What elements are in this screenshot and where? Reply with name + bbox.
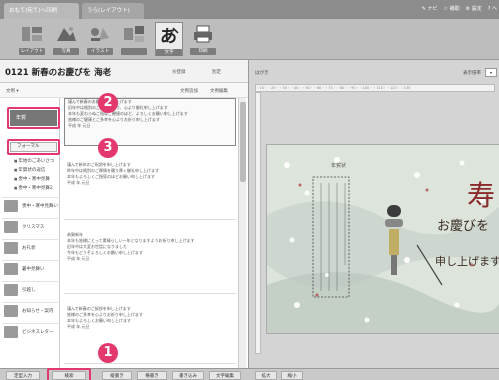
highlight-search-button [47, 368, 91, 380]
category-item[interactable]: お知らせ・案内 [2, 302, 58, 318]
add-sample-link[interactable]: 文例追加 [180, 88, 198, 94]
collage-icon [124, 26, 144, 42]
sample-dropdown[interactable]: 文例 ▾ [6, 88, 19, 94]
scroll-thumb[interactable] [240, 102, 246, 182]
horizontal-ruler: ・10・・20・・30・・40・・50・・60・・70・・80・・90・・100… [255, 84, 495, 92]
category-item[interactable]: 暑中見舞い [2, 260, 58, 276]
more-link[interactable]: ? ヘ [488, 0, 497, 19]
notice-icon [4, 305, 18, 317]
tab-front[interactable]: おもて(宛て)へ印刷 [4, 3, 79, 19]
tool-photo[interactable]: 写真 [52, 22, 80, 56]
postcard-big-char: 寿 [467, 179, 495, 212]
tab-back[interactable]: うら(レイアウト) [82, 3, 144, 19]
postcard-artwork: 寿 お慶びを 申し上げます 年賀状 [267, 145, 499, 333]
tab-front-label: おもて(宛て)へ印刷 [9, 8, 58, 14]
business-icon [4, 326, 18, 338]
step-badge-3: 3 [98, 138, 118, 158]
sample-item[interactable]: 謹んで新春のご挨拶を申し上げます 皆様のご多幸を心よりお祈り申し上げます 本年も… [64, 306, 236, 364]
sample-list: 謹んで新春のお慶びを申し上げます 旧年中は格別のご厚情を賜り、心より御礼申し上げ… [62, 98, 248, 368]
zoom-select[interactable]: ▾ [485, 68, 497, 77]
tool-text-label: 文字 [156, 49, 182, 56]
tool-illustration[interactable]: イラスト [86, 22, 114, 56]
highlight-category [7, 107, 60, 129]
layout-icon [22, 27, 42, 41]
register-link[interactable]: Ⓜ登録 [172, 69, 186, 75]
zoom-out-button[interactable]: 縮小 [281, 371, 303, 380]
highlight-subcategory [7, 139, 60, 155]
vertical-button[interactable]: 縦書き [102, 371, 132, 380]
page-title: 0121 新春のお慶びを 海老 [5, 68, 112, 78]
thanks-icon [4, 242, 18, 254]
preview-pane: はがき 表示倍率 ▾ ・10・・20・・30・・40・・50・・60・・70・・… [248, 60, 499, 368]
specify-link[interactable]: 別定 [212, 69, 221, 75]
doc-title-bar: 0121 新春のお慶びを 海老 Ⓜ登録 別定 [0, 60, 248, 83]
sample-item[interactable]: 謹んで新年のご祝詞を申し上げます 昨年中は格別のご厚情を賜り厚く御礼申し上げます… [64, 162, 236, 220]
horizontal-button[interactable]: 横書き [137, 371, 167, 380]
settings-link[interactable]: ⚙ 設定 [466, 0, 482, 19]
category-item[interactable]: クリスマス [2, 218, 58, 234]
postcard-label: 年賀状 [331, 162, 346, 169]
summer-icon [4, 263, 18, 275]
print-icon [194, 25, 212, 43]
sub-bar: 文例 ▾ 文例追加 文例編集 [0, 83, 248, 98]
category-item[interactable]: 喪中・寒中見舞い [2, 197, 58, 213]
sample-item[interactable]: 恭賀新年 本年も皆様にとって素晴らしい一年となりますようお祈り申し上げます 旧年… [64, 232, 236, 294]
tool-print-label: 印刷 [190, 48, 216, 55]
tool-collage-label [121, 48, 147, 55]
tool-collage[interactable] [120, 22, 148, 56]
sample-item[interactable]: 謹んで新春のお慶びを申し上げます 旧年中は格別のご厚情を賜り、心より御礼申し上げ… [64, 98, 236, 146]
tool-print[interactable]: 印刷 [189, 22, 217, 56]
category-item[interactable]: 引越し [2, 281, 58, 297]
bottom-bar: 定型入力 検索 縦書き 横書き 書き込み 文字編集 拡大 縮小 [0, 368, 499, 380]
text-icon: あ [160, 27, 179, 47]
category-item[interactable]: ビジネスレター [2, 323, 58, 339]
edit-sample-link[interactable]: 文例編集 [210, 88, 228, 94]
step-badge-2: 2 [98, 93, 118, 113]
template-input-button[interactable]: 定型入力 [6, 371, 40, 380]
christmas-icon [4, 221, 18, 233]
illustration-icon [91, 28, 109, 41]
category-list: 年賀 フォーマル 年始のごあいさつ 年賀状の返信 喪中・寒中見舞 喪中・寒中見舞… [0, 98, 60, 368]
zoom-label: 表示倍率 [463, 71, 481, 76]
help-link[interactable]: ☆ 補助 [444, 0, 460, 19]
zoom-in-button[interactable]: 拡大 [255, 371, 277, 380]
tool-illustration-label: イラスト [87, 48, 113, 55]
vertical-ruler [255, 92, 261, 354]
mourning-icon [4, 200, 18, 212]
subcategory-item[interactable]: 年始のごあいさつ [14, 158, 54, 164]
subcategory-item[interactable]: 喪中・寒中見舞2 [14, 185, 52, 191]
toolbar: レイアウト 写真 イラスト あ 文字 印刷 [0, 19, 499, 60]
top-bar: おもて(宛て)へ印刷 うら(レイアウト) ✎ ナビ ☆ 補助 ⚙ 設定 ? ヘ [0, 0, 499, 19]
photo-icon [57, 27, 76, 41]
left-pane: 0121 新春のお慶びを 海老 Ⓜ登録 別定 文例 ▾ 文例追加 文例編集 年賀… [0, 60, 248, 368]
postcard-preview[interactable]: 寿 お慶びを 申し上げます 年賀状 [266, 144, 499, 334]
category-item[interactable]: お礼状 [2, 239, 58, 255]
tool-layout-label: レイアウト [19, 48, 45, 55]
subcategory-item[interactable]: 喪中・寒中見舞 [14, 176, 50, 182]
navi-link[interactable]: ✎ ナビ [422, 0, 438, 19]
tool-photo-label: 写真 [53, 48, 79, 55]
moving-icon [4, 284, 18, 296]
tool-text[interactable]: あ 文字 [155, 22, 183, 56]
postcard-greeting-2: 申し上げます [435, 255, 499, 268]
text-edit-button[interactable]: 文字編集 [209, 371, 241, 380]
sample-scrollbar[interactable] [238, 98, 246, 368]
subcategory-item[interactable]: 年賀状の返信 [14, 167, 45, 173]
preview-title: はがき [255, 71, 269, 76]
write-button[interactable]: 書き込み [172, 371, 204, 380]
step-badge-1: 1 [98, 343, 118, 363]
top-links: ✎ ナビ ☆ 補助 ⚙ 設定 ? ヘ [422, 0, 499, 19]
postcard-greeting-1: お慶びを [437, 219, 489, 234]
tool-layout[interactable]: レイアウト [18, 22, 46, 56]
tab-back-label: うら(レイアウト) [87, 8, 130, 14]
